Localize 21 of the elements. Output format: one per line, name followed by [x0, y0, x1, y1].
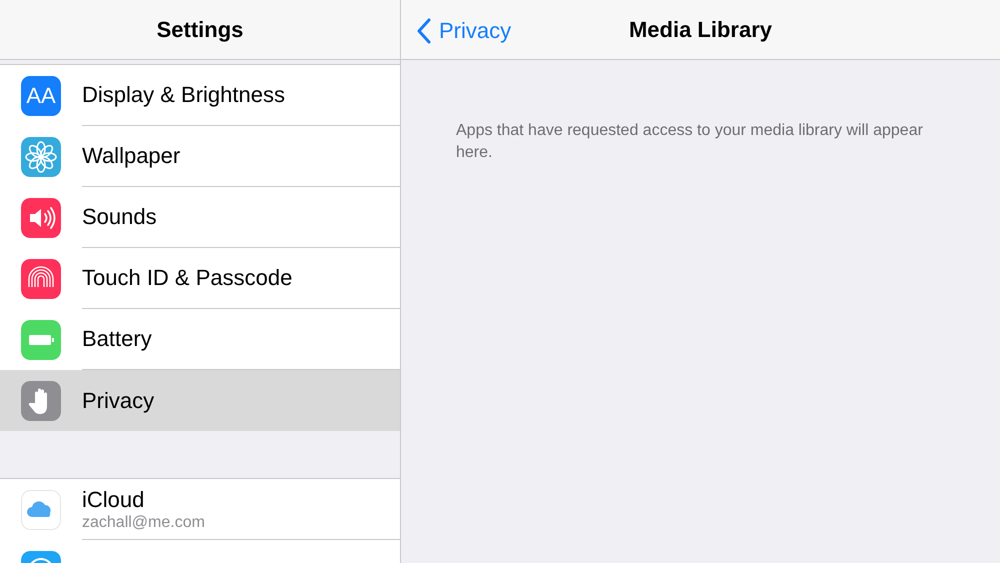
empty-message: Apps that have requested access to your media library will appear here. [456, 121, 924, 163]
cloud-icon [21, 490, 61, 530]
hand-icon [21, 380, 61, 420]
row-label: iCloud [82, 486, 146, 512]
back-button[interactable]: Privacy [417, 14, 512, 47]
page-title: Media Library [628, 16, 772, 44]
fingerprint-icon [21, 258, 61, 298]
speaker-icon [21, 198, 61, 238]
flower-icon [21, 136, 61, 176]
row-label: Touch ID & Passcode [82, 265, 294, 291]
row-label: Wallpaper [82, 143, 182, 169]
chevron-left-icon [417, 18, 431, 44]
row-subtitle: zachall@me.com [82, 512, 206, 532]
sidebar-title: Settings [156, 16, 244, 44]
text-size-icon: AA [21, 76, 61, 116]
settings-row[interactable]: Privacy [0, 370, 400, 431]
row-label: Sounds [82, 204, 158, 230]
row-label: Display & Brightness [82, 82, 286, 108]
row-label: Battery [82, 326, 153, 352]
battery-icon [21, 320, 61, 360]
row-label: Privacy [82, 388, 156, 414]
